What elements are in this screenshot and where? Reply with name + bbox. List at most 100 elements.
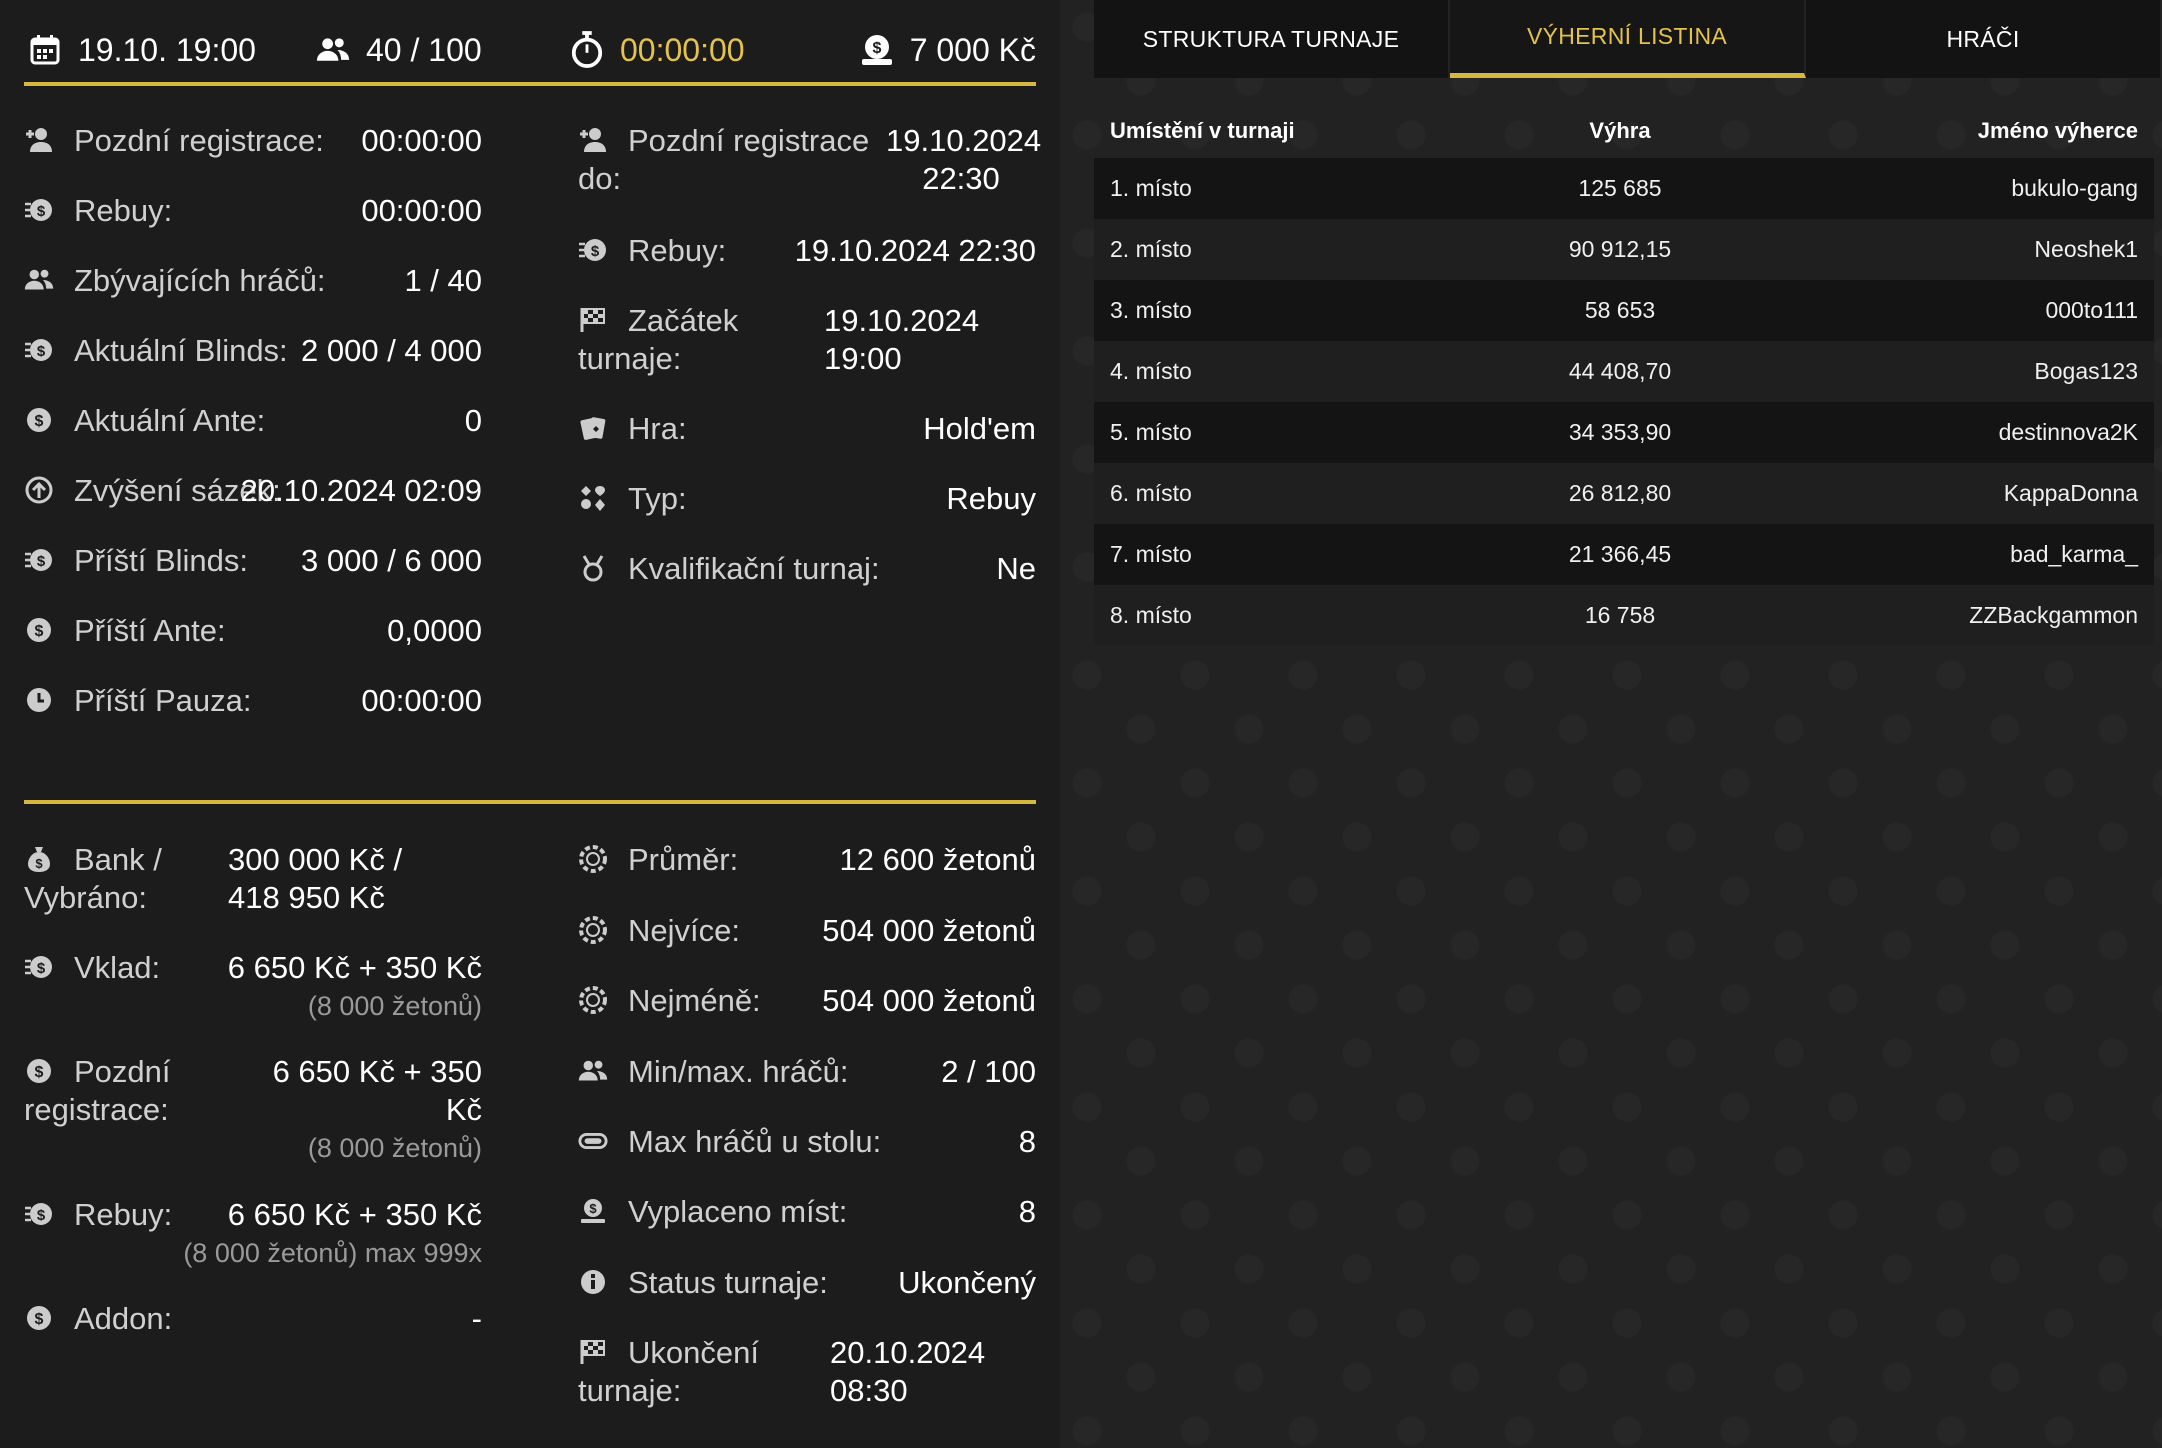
svg-text:$: $: [35, 623, 44, 640]
prize-value: 7 000 Kč: [909, 31, 1036, 68]
prize-cell: 90 912,15: [1568, 236, 1672, 262]
info-row-remaining-players: Zbývajících hráčů: 1 / 40: [24, 262, 482, 300]
stopwatch-icon: [570, 31, 604, 68]
tab-structure[interactable]: STRUKTURA TURNAJE: [1094, 0, 1450, 78]
svg-text:$: $: [591, 243, 600, 260]
dollar-coin-icon: $: [24, 615, 54, 645]
info-row-late-registration-fee: $ Pozdní registrace: 6 650 Kč + 350 Kč (…: [24, 1054, 482, 1163]
info-row-next-break: Příští Pauza: 00:00:00: [24, 682, 482, 720]
table-header: Umístění v turnaji Výhra Jméno výherce: [1094, 104, 2154, 158]
arrow-up-circle-icon: [24, 475, 54, 505]
place-cell: 6. místo: [1110, 480, 1192, 506]
section-divider: [24, 800, 1036, 804]
prize-cell: 125 685: [1578, 175, 1662, 201]
winner-cell: ZZBackgammon: [1969, 602, 2138, 628]
place-cell: 3. místo: [1110, 297, 1192, 323]
medal-icon: [578, 553, 608, 583]
info-row-tournament-end: Ukončení turnaje: 20.10.2024 08:30: [578, 1335, 986, 1408]
poker-table-icon: [578, 1126, 608, 1156]
table-row: 6. místo 26 812,80 KappaDonna: [1094, 463, 2154, 524]
rebuy-coins-icon: $: [24, 952, 54, 982]
info-row-current-ante: $ Aktuální Ante: 0: [24, 402, 482, 440]
info-row-rebuy-fee: $ Rebuy: 6 650 Kč + 350 Kč (8 000 žetonů…: [24, 1196, 482, 1276]
prize-cell: 21 366,45: [1568, 541, 1672, 567]
info-icon: [578, 1267, 608, 1297]
table-row: 3. místo 58 653 000to111: [1094, 280, 2154, 341]
info-row-largest-stack: Nejvíce: 504 000 žetonů: [578, 912, 1036, 950]
money-bag-icon: $: [860, 33, 894, 67]
place-cell: 2. místo: [1110, 236, 1192, 262]
svg-text:$: $: [37, 343, 46, 360]
timer-stat: 00:00:00: [570, 24, 745, 76]
user-plus-icon: [578, 125, 608, 155]
calendar-icon: [28, 33, 62, 67]
chip-icon: [578, 985, 608, 1015]
info-row-current-blinds: $ Aktuální Blinds: 2 000 / 4 000: [24, 332, 482, 370]
tab-players[interactable]: HRÁČI: [1806, 0, 2162, 78]
prize-cell: 26 812,80: [1568, 480, 1672, 506]
winner-cell: KappaDonna: [2003, 480, 2138, 506]
table-row: 7. místo 21 366,45 bad_karma_: [1094, 524, 2154, 585]
user-plus-icon: [24, 125, 54, 155]
svg-text:$: $: [37, 960, 46, 977]
info-row-bank: $ Bank / Vybráno: 300 000 Kč / 418 950 K…: [24, 842, 403, 915]
users-icon: [24, 265, 54, 295]
column-header-winner: Jméno výherce: [1977, 118, 2138, 143]
svg-text:$: $: [35, 1311, 44, 1328]
blinds-coins-icon: $: [24, 545, 54, 575]
players-value: 40 / 100: [366, 31, 482, 68]
start-date-value: 19.10. 19:00: [78, 31, 256, 68]
dollar-coin-icon: $: [24, 405, 54, 435]
info-row-min-max-players: Min/max. hráčů: 2 / 100: [578, 1053, 1036, 1091]
info-row-smallest-stack: Nejméně: 504 000 žetonů: [578, 982, 1036, 1020]
winner-cell: Bogas123: [2034, 358, 2138, 384]
info-row-max-per-table: Max hráčů u stolu: 8: [578, 1123, 1036, 1161]
users-icon: [578, 1056, 608, 1086]
winner-cell: destinnova2K: [1998, 419, 2138, 445]
place-cell: 8. místo: [1110, 602, 1192, 628]
info-row-deposit: $ Vklad: 6 650 Kč + 350 Kč (8 000 žetonů…: [24, 949, 482, 1029]
info-row-qualification: Kvalifikační turnaj: Ne: [578, 550, 1036, 588]
place-cell: 4. místo: [1110, 358, 1192, 384]
svg-text:$: $: [589, 1201, 597, 1216]
money-bag-icon: $: [24, 844, 54, 874]
place-cell: 5. místo: [1110, 419, 1192, 445]
svg-text:$: $: [35, 856, 43, 871]
svg-text:$: $: [35, 413, 44, 430]
info-row-rebuy-until: $ Rebuy: 19.10.2024 22:30: [578, 232, 1036, 270]
playing-cards-icon: [578, 413, 608, 443]
winner-cell: 000to111: [2045, 297, 2138, 323]
players-stat: 40 / 100: [316, 24, 482, 76]
chip-icon: [578, 915, 608, 945]
dollar-coin-icon: $: [24, 1056, 54, 1086]
info-row-type: Typ: Rebuy: [578, 480, 1036, 518]
tab-prize-list[interactable]: VÝHERNÍ LISTINA: [1450, 0, 1806, 78]
place-cell: 1. místo: [1110, 175, 1192, 201]
table-row: 2. místo 90 912,15 Neoshek1: [1094, 219, 2154, 280]
winner-cell: bad_karma_: [2010, 541, 2138, 567]
tab-bar: STRUKTURA TURNAJE VÝHERNÍ LISTINA HRÁČI: [1094, 0, 2162, 78]
info-row-next-blinds: $ Příští Blinds: 3 000 / 6 000: [24, 542, 482, 580]
info-row-addon: $ Addon: -: [24, 1300, 482, 1338]
info-row-late-registration-until: Pozdní registrace do: 19.10.2024 22:30: [578, 123, 1042, 196]
info-row-late-registration: Pozdní registrace: 00:00:00: [24, 122, 482, 160]
svg-text:$: $: [35, 1064, 44, 1081]
dollar-coin-icon: $: [24, 1303, 54, 1333]
table-row: 8. místo 16 758 ZZBackgammon: [1094, 585, 2154, 646]
info-row-tournament-start: Začátek turnaje: 19.10.2024 19:00: [578, 303, 980, 376]
users-icon: [316, 33, 350, 67]
table-row: 1. místo 125 685 bukulo-gang: [1094, 158, 2154, 219]
svg-text:$: $: [37, 553, 46, 570]
info-row-next-ante: $ Příští Ante: 0,0000: [24, 612, 482, 650]
prize-cell: 34 353,90: [1568, 419, 1672, 445]
clock-icon: [24, 685, 54, 715]
info-row-average-stack: Průměr: 12 600 žetonů: [578, 841, 1036, 879]
table-row: 5. místo 34 353,90 destinnova2K: [1094, 402, 2154, 463]
prize-cell: 58 653: [1584, 297, 1656, 323]
chip-icon: [578, 844, 608, 874]
payout-icon: $: [578, 1196, 608, 1226]
column-header-place: Umístění v turnaji: [1110, 118, 1295, 143]
prize-table: Umístění v turnaji Výhra Jméno výherce 1…: [1094, 104, 2154, 646]
start-date-stat: 19.10. 19:00: [28, 24, 256, 76]
info-row-paid-places: $ Vyplaceno míst: 8: [578, 1193, 1036, 1231]
